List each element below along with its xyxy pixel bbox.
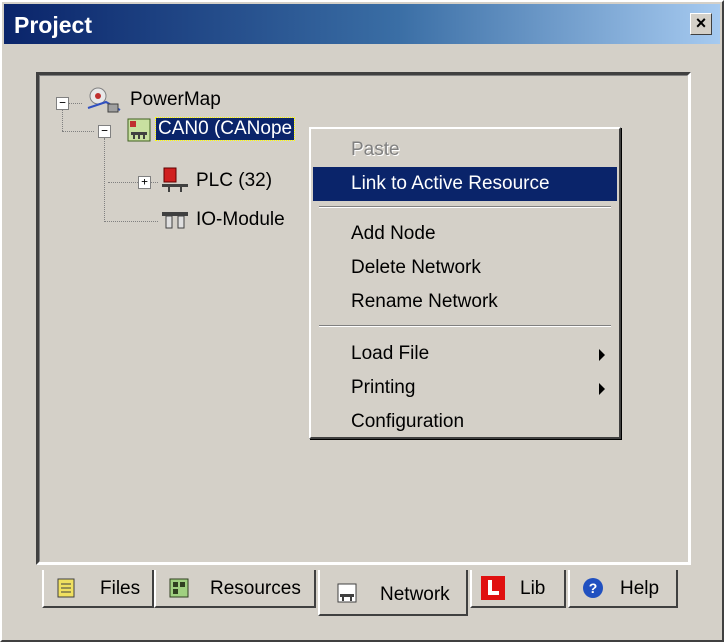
lib-icon [481,576,505,600]
context-menu: Paste Link to Active Resource Add Node D… [309,127,621,439]
tree-connector [104,221,158,222]
resources-icon [169,578,189,598]
menu-item-configuration[interactable]: Configuration [313,405,617,439]
menu-item-add-node[interactable]: Add Node [313,217,617,251]
menu-item-load-file[interactable]: Load File [313,337,617,371]
tab-network[interactable]: Network [318,570,468,616]
tab-label: Files [100,578,141,599]
close-icon: × [695,13,707,33]
tree-node-can0[interactable]: CAN0 (CANope [154,117,296,141]
window-title: Project [14,12,92,38]
menu-item-paste[interactable]: Paste [313,133,617,167]
network-icon [337,583,357,603]
tab-label: Network [380,584,450,605]
submenu-arrow-icon [599,349,605,361]
menu-item-link-to-active-resource[interactable]: Link to Active Resource [313,167,617,201]
expander-expand[interactable]: + [138,176,151,189]
title-bar[interactable]: Project × [4,4,720,44]
submenu-arrow-icon [599,383,605,395]
tab-label: Resources [210,578,301,599]
menu-separator [319,325,611,327]
tree-connector [62,109,63,131]
tab-label: Lib [520,578,546,599]
powermap-icon [87,87,121,113]
expander-collapse[interactable]: − [98,125,111,138]
menu-item-label: Link to Active Resource [351,173,550,194]
help-icon: ? [583,578,603,598]
tree-node-io-module[interactable]: IO-Module [196,209,285,231]
tree-connector [104,138,105,222]
tab-resources[interactable]: Resources [154,570,316,608]
menu-item-label: Delete Network [351,257,481,278]
tree-connector [62,131,94,132]
tab-lib[interactable]: Lib [470,570,566,608]
menu-separator [319,206,611,208]
io-module-icon [162,212,188,229]
tab-bar: Files Resources Network Lib ? Help [36,570,691,620]
menu-item-label: Add Node [351,223,436,244]
tree-node-plc[interactable]: PLC (32) [196,170,272,192]
menu-item-label: Printing [351,377,416,398]
menu-item-rename-network[interactable]: Rename Network [313,285,617,319]
tree-node-powermap[interactable]: PowerMap [130,89,221,111]
can-network-icon [127,118,151,142]
menu-item-delete-network[interactable]: Delete Network [313,251,617,285]
menu-item-label: Paste [351,139,400,160]
menu-item-label: Load File [351,343,430,364]
tab-files[interactable]: Files [42,570,154,608]
svg-text:?: ? [589,580,598,596]
close-button[interactable]: × [690,13,712,35]
menu-item-label: Rename Network [351,291,498,312]
menu-item-label: Configuration [351,411,465,432]
files-icon [57,578,75,598]
plc-icon [162,167,188,192]
expander-collapse[interactable]: − [56,97,69,110]
tab-label: Help [620,578,660,599]
tree-connector [68,103,82,104]
project-window: Project × − PowerMap − CAN0 (CANope + PL… [0,0,724,642]
menu-item-printing[interactable]: Printing [313,371,617,405]
tab-help[interactable]: ? Help [568,570,678,608]
